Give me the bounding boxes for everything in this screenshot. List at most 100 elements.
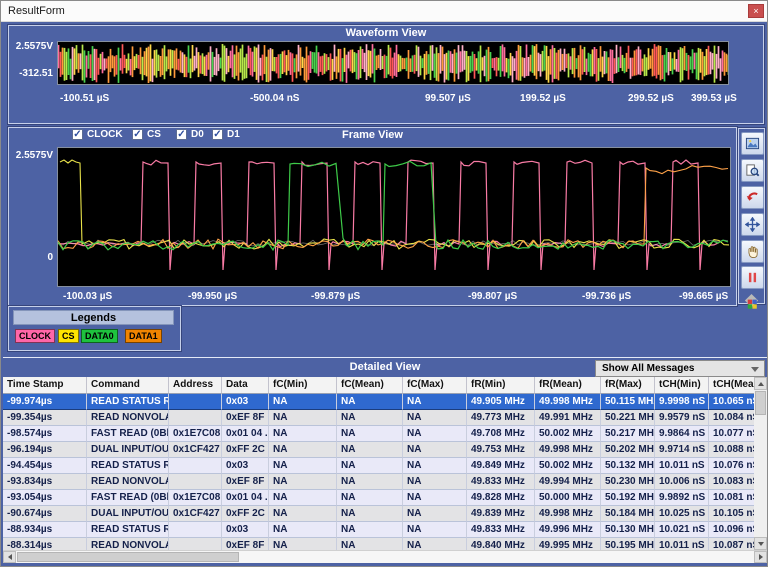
cell: -96.194µs: [3, 442, 87, 458]
cell: NA: [269, 522, 337, 538]
cell: [169, 458, 222, 474]
column-header[interactable]: Data: [222, 377, 269, 394]
close-icon[interactable]: ×: [748, 4, 764, 18]
pan-hand-icon[interactable]: [741, 240, 764, 263]
zoom-fit-icon[interactable]: [741, 132, 764, 155]
cell: NA: [269, 442, 337, 458]
cell: 0x03: [222, 394, 269, 410]
table-row[interactable]: -96.194µsDUAL INPUT/OU...0x1CF4270xFF 2C…: [3, 442, 754, 458]
waveform-x-axis: -100.51 µS-500.04 nS99.507 µS199.52 µS29…: [57, 93, 737, 107]
checkbox-d0[interactable]: ✓: [176, 129, 187, 140]
horizontal-scrollbar[interactable]: [3, 550, 767, 563]
cell: [169, 538, 222, 550]
horizontal-scroll-thumb[interactable]: [17, 552, 239, 562]
channel-toggle-clock: ✓CLOCK: [72, 129, 123, 140]
cell: 49.839 MHz: [467, 506, 535, 522]
cell: 49.905 MHz: [467, 394, 535, 410]
column-header[interactable]: Command: [87, 377, 169, 394]
cell: READ STATUS R...: [87, 458, 169, 474]
table-row[interactable]: -99.354µsREAD NONVOLA...0xEF 8FNANANA49.…: [3, 410, 754, 426]
x-tick-label: -99.950 µS: [188, 291, 237, 302]
zoom-window-icon[interactable]: [741, 159, 764, 182]
cell: 9.9864 nS: [655, 426, 709, 442]
column-header[interactable]: tCH(Min): [655, 377, 709, 394]
cell: 10.081 nS: [709, 490, 754, 506]
vertical-scroll-thumb[interactable]: [755, 391, 766, 415]
frame-view-panel: Frame View ✓CLOCK✓CS✓D0✓D1 2.5575V 0 -10…: [8, 127, 737, 306]
column-header[interactable]: fR(Mean): [535, 377, 601, 394]
table-row[interactable]: -93.054µsFAST READ (0Bh)0x1E7C080x01 04 …: [3, 490, 754, 506]
x-tick-label: -100.03 µS: [63, 291, 112, 302]
table-row[interactable]: -90.674µsDUAL INPUT/OU...0x1CF4270xFF 2C…: [3, 506, 754, 522]
checkbox-clock[interactable]: ✓: [72, 129, 83, 140]
channel-label: D1: [227, 129, 240, 140]
undo-icon[interactable]: [741, 186, 764, 209]
cell: 0x01 04 ...: [222, 426, 269, 442]
move-icon[interactable]: [741, 213, 764, 236]
checkbox-d1[interactable]: ✓: [212, 129, 223, 140]
scroll-up-icon[interactable]: [754, 377, 767, 390]
x-tick-label: -99.736 µS: [582, 291, 631, 302]
message-filter-dropdown[interactable]: Show All Messages: [595, 360, 765, 377]
column-header[interactable]: fR(Min): [467, 377, 535, 394]
table-row[interactable]: -98.574µsFAST READ (0Bh)0x1E7C080x01 04 …: [3, 426, 754, 442]
chevron-down-icon: [751, 367, 759, 372]
column-header[interactable]: fC(Mean): [337, 377, 403, 394]
cell: 10.065 nS: [709, 394, 754, 410]
cell: 10.088 nS: [709, 442, 754, 458]
column-header[interactable]: tCH(Mean): [709, 377, 754, 394]
cell: FAST READ (0Bh): [87, 490, 169, 506]
cell: 49.708 MHz: [467, 426, 535, 442]
cell: 49.991 MHz: [535, 410, 601, 426]
table-row[interactable]: -88.314µsREAD NONVOLA...0xEF 8FNANANA49.…: [3, 538, 754, 550]
message-filter-value: Show All Messages: [602, 363, 694, 374]
column-header[interactable]: fC(Min): [269, 377, 337, 394]
vertical-scrollbar[interactable]: [754, 377, 767, 550]
cell: 49.994 MHz: [535, 474, 601, 490]
cell: -88.314µs: [3, 538, 87, 550]
cell: 49.996 MHz: [535, 522, 601, 538]
cell: [169, 410, 222, 426]
waveform-ymin-label: -312.51: [9, 68, 53, 79]
cell: -99.974µs: [3, 394, 87, 410]
x-tick-label: -99.665 µS: [679, 291, 728, 302]
table-row[interactable]: -99.974µsREAD STATUS R...0x03NANANA49.90…: [3, 394, 754, 410]
cell: [169, 474, 222, 490]
cell: READ NONVOLA...: [87, 474, 169, 490]
channel-checkbox-row: ✓CLOCK✓CS✓D0✓D1: [9, 129, 736, 144]
table-row[interactable]: -94.454µsREAD STATUS R...0x03NANANA49.84…: [3, 458, 754, 474]
cell: NA: [337, 490, 403, 506]
cell: FAST READ (0Bh): [87, 426, 169, 442]
pause-icon[interactable]: [741, 266, 764, 289]
column-header[interactable]: fR(Max): [601, 377, 655, 394]
cell: NA: [337, 410, 403, 426]
palette-icon[interactable]: [741, 291, 762, 312]
checkbox-cs[interactable]: ✓: [132, 129, 143, 140]
waveform-plot[interactable]: [57, 41, 729, 85]
scroll-down-icon[interactable]: [754, 537, 767, 550]
cell: 0xEF 8F: [222, 474, 269, 490]
column-header[interactable]: fC(Max): [403, 377, 467, 394]
column-header[interactable]: Address: [169, 377, 222, 394]
waveform-view-title: Waveform View: [9, 27, 763, 39]
cell: NA: [269, 458, 337, 474]
cell: 9.9714 nS: [655, 442, 709, 458]
channel-label: CS: [147, 129, 161, 140]
cell: 0x1E7C08: [169, 426, 222, 442]
cell: 0x1CF427: [169, 442, 222, 458]
cell: 10.011 nS: [655, 538, 709, 550]
table-row[interactable]: -93.834µsREAD NONVOLA...0xEF 8FNANANA49.…: [3, 474, 754, 490]
cell: 49.995 MHz: [535, 538, 601, 550]
legend-item-data0: DATA0: [81, 329, 118, 343]
column-header[interactable]: Time Stamp: [3, 377, 87, 394]
cell: -98.574µs: [3, 426, 87, 442]
cell: -88.934µs: [3, 522, 87, 538]
x-tick-label: -100.51 µS: [60, 93, 109, 104]
cell: 49.753 MHz: [467, 442, 535, 458]
scroll-right-icon[interactable]: [754, 551, 767, 563]
cell: 0xFF 2C ...: [222, 442, 269, 458]
scroll-left-icon[interactable]: [3, 551, 16, 563]
frame-plot[interactable]: [57, 147, 731, 287]
table-row[interactable]: -88.934µsREAD STATUS R...0x03NANANA49.83…: [3, 522, 754, 538]
cell: 10.084 nS: [709, 410, 754, 426]
